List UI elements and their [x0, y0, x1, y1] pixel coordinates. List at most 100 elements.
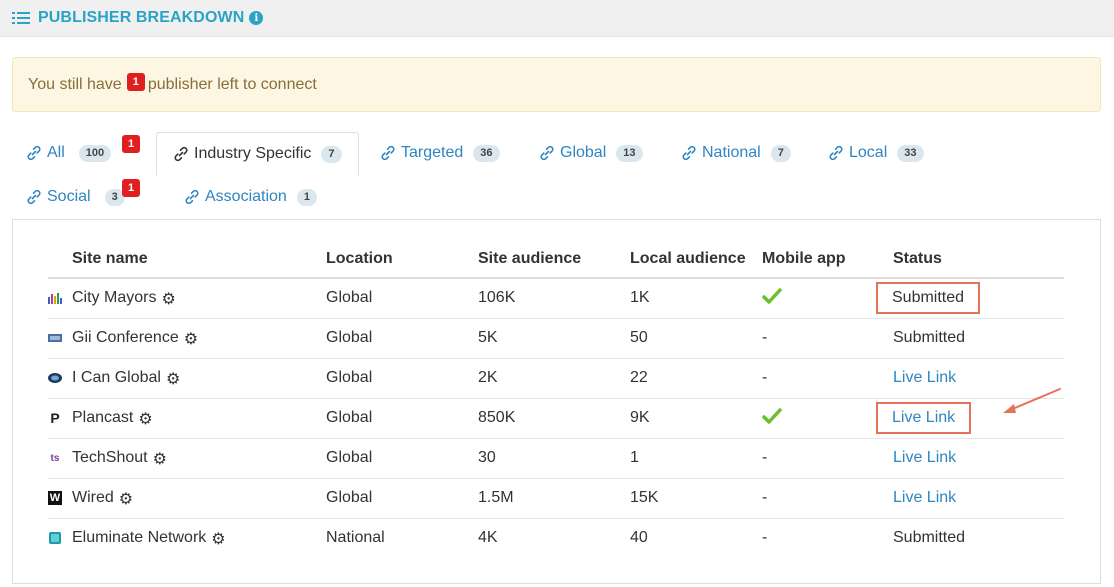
site-audience-cell: 1.5M: [478, 478, 630, 519]
tab-label: Global: [560, 144, 607, 161]
tab-industry-specific[interactable]: Industry Specific 7: [156, 132, 359, 176]
tab-label: Local: [849, 144, 888, 161]
tab-count: 36: [473, 144, 500, 162]
gear-icon[interactable]: ⚙: [138, 409, 152, 428]
location-cell: Global: [326, 478, 478, 519]
table-header-row: Site name Location Site audience Local a…: [48, 240, 1064, 279]
live-link[interactable]: Live Link: [893, 369, 956, 386]
local-audience-cell: 1: [630, 438, 762, 479]
link-icon: [540, 145, 554, 161]
tab-count: 13: [616, 144, 643, 162]
mobile-app-cell: -: [762, 478, 893, 519]
alert-prefix: You still have: [28, 75, 122, 93]
tab-all[interactable]: All 100 1: [26, 131, 141, 175]
publisher-table-panel: Site name Location Site audience Local a…: [12, 219, 1101, 584]
check-icon: [762, 407, 782, 424]
live-link[interactable]: Live Link: [875, 402, 972, 434]
location-cell: Global: [326, 358, 478, 399]
techshout-icon: ts: [50, 452, 60, 464]
mobile-app-cell: [762, 278, 893, 319]
local-audience-cell: 40: [630, 529, 648, 547]
site-audience-cell: 850K: [478, 398, 630, 439]
panel-title: PUBLISHER BREAKDOWN: [38, 9, 245, 26]
gear-icon[interactable]: ⚙: [166, 369, 180, 388]
site-name[interactable]: Eluminate Network: [72, 529, 206, 547]
tab-targeted[interactable]: Targeted 36: [380, 131, 500, 175]
location-cell: National: [326, 529, 385, 547]
list-icon: [12, 11, 30, 25]
tab-label: Industry Specific: [194, 145, 312, 162]
alert-count-badge: 1: [126, 72, 145, 91]
site-audience-cell: 106K: [478, 278, 630, 319]
info-icon[interactable]: i: [249, 11, 264, 25]
site-name[interactable]: Gii Conference: [72, 329, 179, 347]
gear-icon[interactable]: ⚙: [211, 529, 225, 548]
site-audience-cell: 4K: [478, 529, 498, 547]
site-name[interactable]: Wired: [72, 489, 114, 507]
local-audience-cell: 9K: [630, 398, 762, 439]
status-text: Submitted: [893, 318, 1064, 359]
status-text: Submitted: [893, 529, 966, 547]
gear-icon[interactable]: ⚙: [161, 289, 175, 308]
link-icon: [27, 189, 41, 205]
tab-label: National: [702, 144, 761, 161]
site-name[interactable]: Plancast: [72, 409, 133, 427]
panel-header: PUBLISHER BREAKDOWN i: [0, 0, 1114, 37]
eluminate-network-icon: [48, 531, 62, 545]
publisher-tabs: All 100 1 Industry Specific 7 Targeted 3…: [12, 131, 1101, 214]
tab-count: 7: [770, 144, 791, 162]
status-cell: Submitted: [875, 278, 1064, 319]
local-audience-cell: 15K: [630, 478, 762, 519]
local-audience-cell: 1K: [630, 278, 762, 319]
annotation-arrow-icon: [1003, 388, 1061, 413]
tab-label: Targeted: [401, 144, 464, 161]
live-link[interactable]: Live Link: [893, 489, 956, 506]
mobile-app-cell: -: [762, 358, 893, 399]
gear-icon[interactable]: ⚙: [153, 449, 167, 468]
tab-alert-badge: 1: [122, 135, 141, 153]
mobile-app-cell: [762, 398, 893, 439]
check-icon: [762, 288, 782, 304]
gear-icon[interactable]: ⚙: [119, 489, 133, 508]
location-cell: Global: [326, 318, 478, 359]
link-icon: [185, 189, 199, 205]
col-site-name[interactable]: Site name: [48, 240, 326, 279]
col-local-audience[interactable]: Local audience: [630, 240, 762, 279]
table-row: Eluminate Network ⚙ National 4K 40 - Sub…: [48, 518, 1064, 558]
table-row: I Can Global ⚙ Global 2K 22 - Live Link: [48, 358, 1064, 399]
tab-count: 1: [296, 188, 317, 206]
link-icon: [27, 145, 41, 161]
col-mobile-app[interactable]: Mobile app: [762, 240, 893, 279]
status-text: Submitted: [875, 282, 981, 315]
col-site-audience[interactable]: Site audience: [478, 240, 630, 279]
alert-suffix: publisher left to connect: [147, 75, 317, 93]
tab-national[interactable]: National 7: [681, 131, 791, 175]
table-row: W Wired ⚙ Global 1.5M 15K - Live Link: [48, 478, 1064, 519]
tab-global[interactable]: Global 13: [539, 131, 643, 175]
table-row: P Plancast ⚙ Global 850K 9K Live Link: [48, 398, 1064, 439]
tab-label: Social: [47, 188, 91, 205]
location-cell: Global: [326, 398, 478, 439]
location-cell: Global: [326, 438, 478, 479]
live-link[interactable]: Live Link: [893, 449, 956, 466]
col-location[interactable]: Location: [326, 240, 478, 279]
table-row: City Mayors ⚙ Global 106K 1K Submitted: [48, 278, 1064, 319]
local-audience-cell: 50: [630, 318, 762, 359]
i-can-global-icon: [48, 371, 62, 385]
tab-local[interactable]: Local 33: [828, 131, 924, 175]
tab-social[interactable]: Social 3 1: [26, 175, 141, 219]
tab-association[interactable]: Association 1: [184, 175, 317, 219]
link-icon: [829, 145, 843, 161]
tab-label: Association: [205, 188, 287, 205]
site-name[interactable]: City Mayors: [72, 289, 156, 307]
city-mayors-icon: [48, 291, 62, 305]
site-audience-cell: 30: [478, 438, 630, 479]
site-name[interactable]: TechShout: [72, 449, 148, 467]
mobile-app-cell: -: [762, 438, 893, 479]
col-status[interactable]: Status: [893, 240, 1064, 279]
site-name[interactable]: I Can Global: [72, 369, 161, 387]
table-row: Gii Conference ⚙ Global 5K 50 - Submitte…: [48, 318, 1064, 359]
gear-icon[interactable]: ⚙: [184, 329, 198, 348]
tab-count: 33: [897, 144, 924, 162]
link-icon: [174, 146, 188, 162]
